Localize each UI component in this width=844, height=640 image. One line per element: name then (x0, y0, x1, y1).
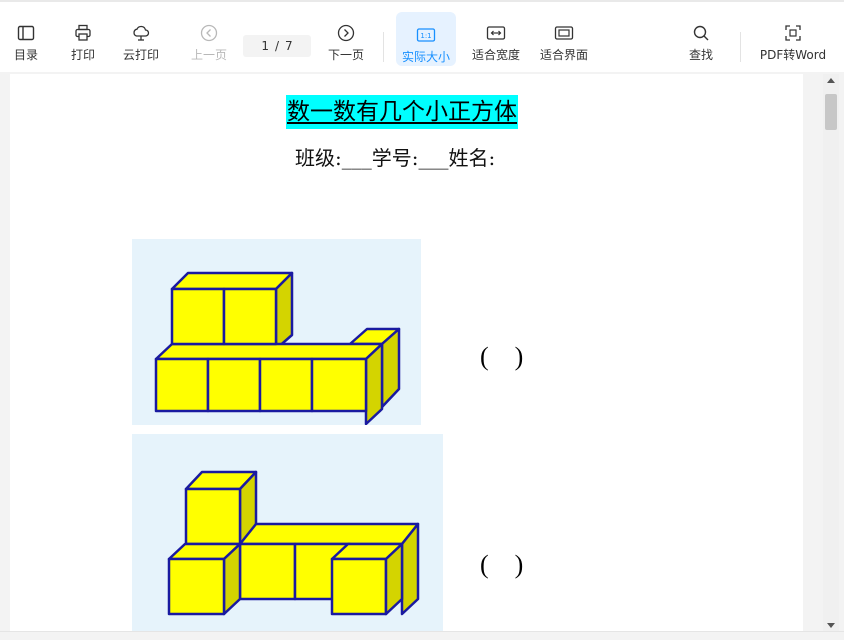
search-icon (690, 22, 712, 44)
scroll-down-icon[interactable] (827, 623, 835, 628)
fit-width-icon (485, 22, 507, 44)
actual-size-label: 实际大小 (401, 50, 450, 64)
toolbar-divider (383, 32, 384, 62)
prev-page-button[interactable]: 上一页 (188, 10, 230, 66)
pdf-page: 数一数有几个小正方体 班级:___学号:___姓名: ( ) () (10, 74, 803, 639)
document-title: 数一数有几个小正方体 (286, 95, 518, 129)
page-separator: / (274, 39, 280, 53)
search-label: 查找 (688, 48, 713, 62)
actual-size-button[interactable]: 1:1 实际大小 (396, 12, 456, 66)
fit-page-icon (553, 22, 575, 44)
fit-page-label: 适合界面 (539, 48, 588, 62)
print-label: 打印 (70, 48, 95, 62)
scrollbar-thumb[interactable] (825, 94, 837, 130)
fit-width-button[interactable]: 适合宽度 (468, 10, 524, 66)
actual-size-icon: 1:1 (415, 24, 437, 46)
student-info-line: 班级:___学号:___姓名: (295, 146, 496, 170)
next-page-button[interactable]: 下一页 (325, 10, 367, 66)
cloud-print-icon (130, 22, 152, 44)
prev-page-icon (198, 22, 220, 44)
page-number-input[interactable]: 1 / 7 (243, 35, 311, 57)
current-page: 1 (261, 39, 269, 53)
cloud-print-button[interactable]: 云打印 (120, 10, 162, 66)
toc-icon (15, 22, 37, 44)
vertical-scrollbar[interactable] (823, 74, 839, 631)
cloud-print-label: 云打印 (122, 48, 159, 62)
pdf-to-word-button[interactable]: PDF转Word (756, 10, 830, 66)
toc-button[interactable]: 目录 (8, 10, 44, 66)
toolbar: 目录 打印 云打印 上一页 1 / 7 下一页 1:1 实际大小 适合宽度 适合… (0, 0, 844, 72)
answer-blank-2: ( ) (480, 550, 524, 579)
printer-icon (72, 22, 94, 44)
toolbar-divider (740, 32, 741, 62)
convert-icon (782, 22, 804, 44)
total-pages: 7 (285, 39, 293, 53)
next-page-icon (335, 22, 357, 44)
print-button[interactable]: 打印 (65, 10, 101, 66)
next-page-label: 下一页 (327, 48, 364, 62)
prev-page-label: 上一页 (190, 48, 227, 62)
answer-blank-1: ( ) (480, 342, 524, 371)
cube-figure-1 (132, 239, 421, 426)
search-button[interactable]: 查找 (683, 10, 719, 66)
actual-size-badge: 1:1 (420, 32, 431, 40)
cube-figure-2 (132, 434, 443, 639)
scroll-up-icon[interactable] (827, 78, 835, 83)
fit-width-label: 适合宽度 (471, 48, 520, 62)
toc-label: 目录 (13, 48, 38, 62)
fit-page-button[interactable]: 适合界面 (536, 10, 592, 66)
pdf-to-word-label: PDF转Word (759, 48, 827, 62)
